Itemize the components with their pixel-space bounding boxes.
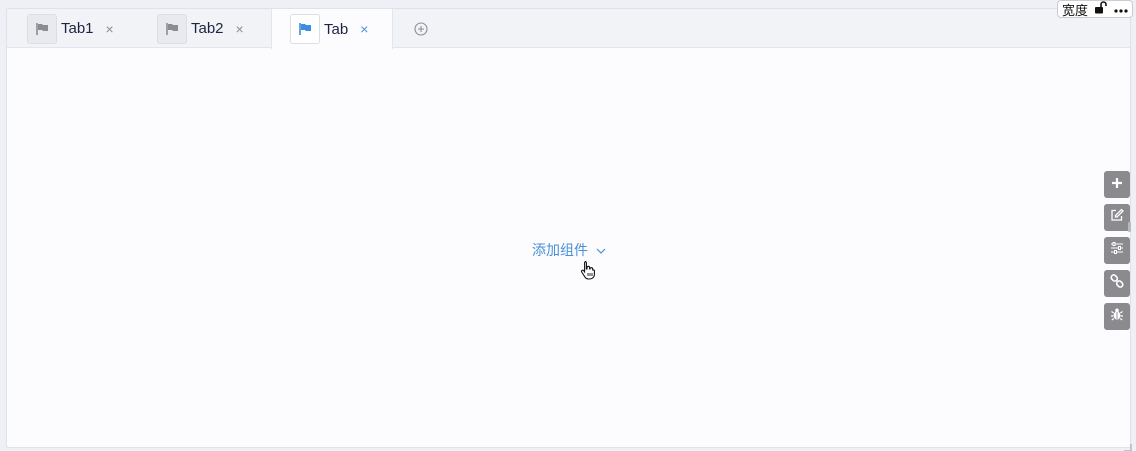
link-icon (1110, 274, 1124, 293)
tab-1[interactable]: Tab1 × (27, 9, 114, 48)
side-toolbar (1104, 171, 1130, 330)
width-badge-label: 宽度 (1061, 2, 1088, 18)
settings-tool-button[interactable] (1104, 237, 1130, 264)
sliders-icon (1110, 241, 1124, 260)
more-dots-icon[interactable] (1114, 2, 1128, 16)
editor-frame: Tab1 × Tab2 × Tab × 添加组件 (6, 8, 1131, 448)
link-tool-button[interactable] (1104, 270, 1130, 297)
add-tool-button[interactable] (1104, 171, 1130, 198)
bug-icon (1110, 307, 1124, 326)
edit-icon (1110, 208, 1124, 227)
tab-1-close-icon[interactable]: × (106, 22, 114, 36)
tab-3-active[interactable]: Tab × (271, 9, 393, 49)
plus-icon (1111, 176, 1123, 194)
tab-3-label: Tab (324, 20, 349, 38)
flag-icon (157, 13, 187, 44)
scrollbar-thumb[interactable] (1128, 222, 1131, 232)
tab-bar: Tab1 × Tab2 × Tab × (7, 9, 1130, 49)
edit-tool-button[interactable] (1104, 204, 1130, 231)
chevron-down-icon (596, 242, 606, 258)
tab-2-label: Tab2 (191, 20, 224, 37)
debug-tool-button[interactable] (1104, 303, 1130, 330)
tab-3-close-icon[interactable]: × (360, 22, 368, 36)
unlock-icon[interactable] (1094, 1, 1108, 17)
hand-cursor-icon (580, 260, 596, 285)
add-tab-icon[interactable] (413, 21, 428, 36)
flag-icon (27, 13, 57, 44)
width-badge[interactable]: 宽度 (1056, 0, 1133, 18)
add-component-label: 添加组件 (532, 243, 588, 259)
tab-2[interactable]: Tab2 × (157, 9, 244, 48)
tab-1-label: Tab1 (61, 20, 94, 37)
corner-resize-handle[interactable] (1124, 439, 1132, 451)
tab-2-close-icon[interactable]: × (236, 22, 244, 36)
add-component-button[interactable]: 添加组件 (532, 240, 606, 260)
flag-icon (290, 14, 320, 44)
